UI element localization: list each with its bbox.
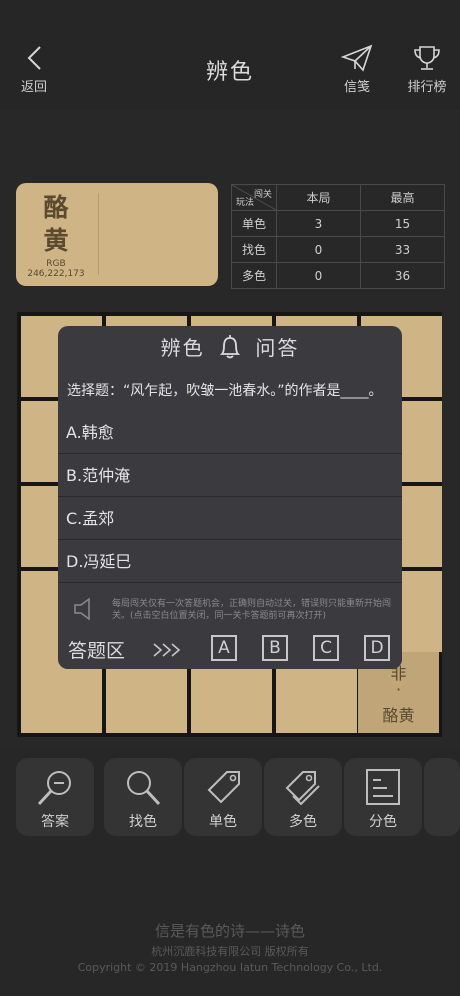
option-d[interactable]: D.冯延巳: [58, 541, 402, 583]
best-cell: 36: [360, 262, 445, 289]
color-swatch: 酪 黄 RGB 246,222,173: [16, 183, 218, 286]
tool-find-button[interactable]: 找色: [104, 758, 182, 836]
current-cell: 3: [276, 210, 361, 237]
tool-label: 找色: [129, 814, 157, 830]
mode-cell: 多色: [231, 262, 277, 289]
table-row: 找色 0 33: [231, 236, 445, 263]
corner-bottom-label: 玩法: [236, 198, 255, 208]
option-b[interactable]: B.范仲淹: [58, 455, 402, 497]
highlight-text-3: 酪黄: [382, 706, 415, 725]
rgb-value: 246,222,173: [27, 269, 85, 279]
tool-label: 分色: [369, 814, 397, 830]
answer-key-b[interactable]: B: [262, 635, 288, 661]
quiz-dialog: 辨色 问答 选择题：“风乍起，吹皱一池春水。”的作者是____。 A.韩愈 B.…: [58, 326, 402, 669]
footer-company: 杭州沉鹿科技有限公司 版权所有: [151, 945, 309, 958]
trophy-icon: [414, 46, 440, 70]
tool-label: 多色: [289, 814, 317, 830]
leaderboard-button[interactable]: 排行榜: [402, 44, 452, 95]
swatch-divider: [98, 193, 99, 275]
quiz-tip-text: 每局闯关仅有一次答题机会，正确则自动过关，错误则只能重新开始闯关。(点击空白位置…: [112, 599, 392, 621]
tags-icon: [285, 771, 320, 806]
tool-label: 单色: [209, 814, 237, 830]
zoom-out-icon: [37, 771, 71, 806]
color-name-line1: 酪: [43, 193, 69, 222]
current-cell: 0: [276, 262, 361, 289]
table-corner: 闯关 玩法: [231, 184, 277, 211]
best-cell: 33: [360, 236, 445, 263]
footer-copyright: Copyright © 2019 Hangzhou Iatun Technolo…: [77, 961, 383, 974]
answer-key-c[interactable]: C: [313, 635, 339, 661]
footer-slogan: 信是有色的诗——诗色: [154, 922, 305, 940]
search-icon: [127, 771, 161, 806]
triple-chevron-icon: [153, 643, 181, 657]
best-cell: 15: [360, 210, 445, 237]
top-bar: 返回 辨色 信笺 排行榜: [0, 0, 460, 110]
bell-icon: [219, 334, 241, 358]
send-label: 信笺: [343, 80, 370, 95]
quiz-tip: 每局闯关仅有一次答题机会，正确则自动过关，错误则只能重新开始闯关。(点击空白位置…: [72, 592, 402, 632]
highlight-text-2: ·: [395, 680, 402, 699]
table-row: 多色 0 36: [231, 262, 445, 289]
mode-cell: 找色: [231, 236, 277, 263]
corner-top-label: 闯关: [253, 190, 272, 200]
header-current: 本局: [276, 184, 361, 211]
quiz-title-left: 辨色: [160, 336, 205, 360]
rgb-label: RGB: [46, 259, 66, 269]
option-c[interactable]: C.孟郊: [58, 498, 402, 540]
tool-single-button[interactable]: 单色: [184, 758, 262, 836]
score-table: 闯关 玩法 本局 最高 单色 3 15 找色 0 33 多色 0 36: [231, 184, 445, 289]
option-a[interactable]: A.韩愈: [58, 412, 402, 454]
tool-answer-button[interactable]: 答案: [16, 758, 94, 836]
answer-key-d[interactable]: D: [364, 635, 390, 661]
color-name: 酪 黄: [26, 191, 86, 257]
answer-bar: 答题区 A B C D: [58, 628, 402, 669]
header-best: 最高: [360, 184, 445, 211]
tool-more-button[interactable]: [424, 758, 460, 836]
quiz-question: 选择题：“风乍起，吹皱一池春水。”的作者是____。: [67, 383, 383, 399]
quiz-title-right: 问答: [255, 336, 300, 360]
tag-icon: [207, 771, 240, 804]
send-button[interactable]: 信笺: [332, 44, 382, 95]
current-cell: 0: [276, 236, 361, 263]
tool-split-button[interactable]: 分色: [344, 758, 422, 836]
tool-multi-button[interactable]: 多色: [264, 758, 342, 836]
tool-label: 答案: [41, 814, 69, 830]
color-name-line2: 黄: [43, 226, 69, 255]
answer-key-a[interactable]: A: [211, 635, 237, 661]
tool-bar: 答案 找色 单色 多色 分色: [16, 758, 460, 836]
paper-plane-icon: [341, 44, 373, 72]
leaderboard-label: 排行榜: [407, 80, 447, 95]
list-card-icon: [366, 769, 400, 805]
answer-area-label: 答题区: [68, 640, 126, 662]
mode-cell: 单色: [231, 210, 277, 237]
page-title: 辨色: [205, 60, 254, 85]
footer: 信是有色的诗——诗色 杭州沉鹿科技有限公司 版权所有 Copyright © 2…: [0, 920, 460, 974]
table-row: 单色 3 15: [231, 210, 445, 237]
speaker-icon: [74, 597, 90, 621]
quiz-title: 辨色 问答: [58, 326, 402, 370]
